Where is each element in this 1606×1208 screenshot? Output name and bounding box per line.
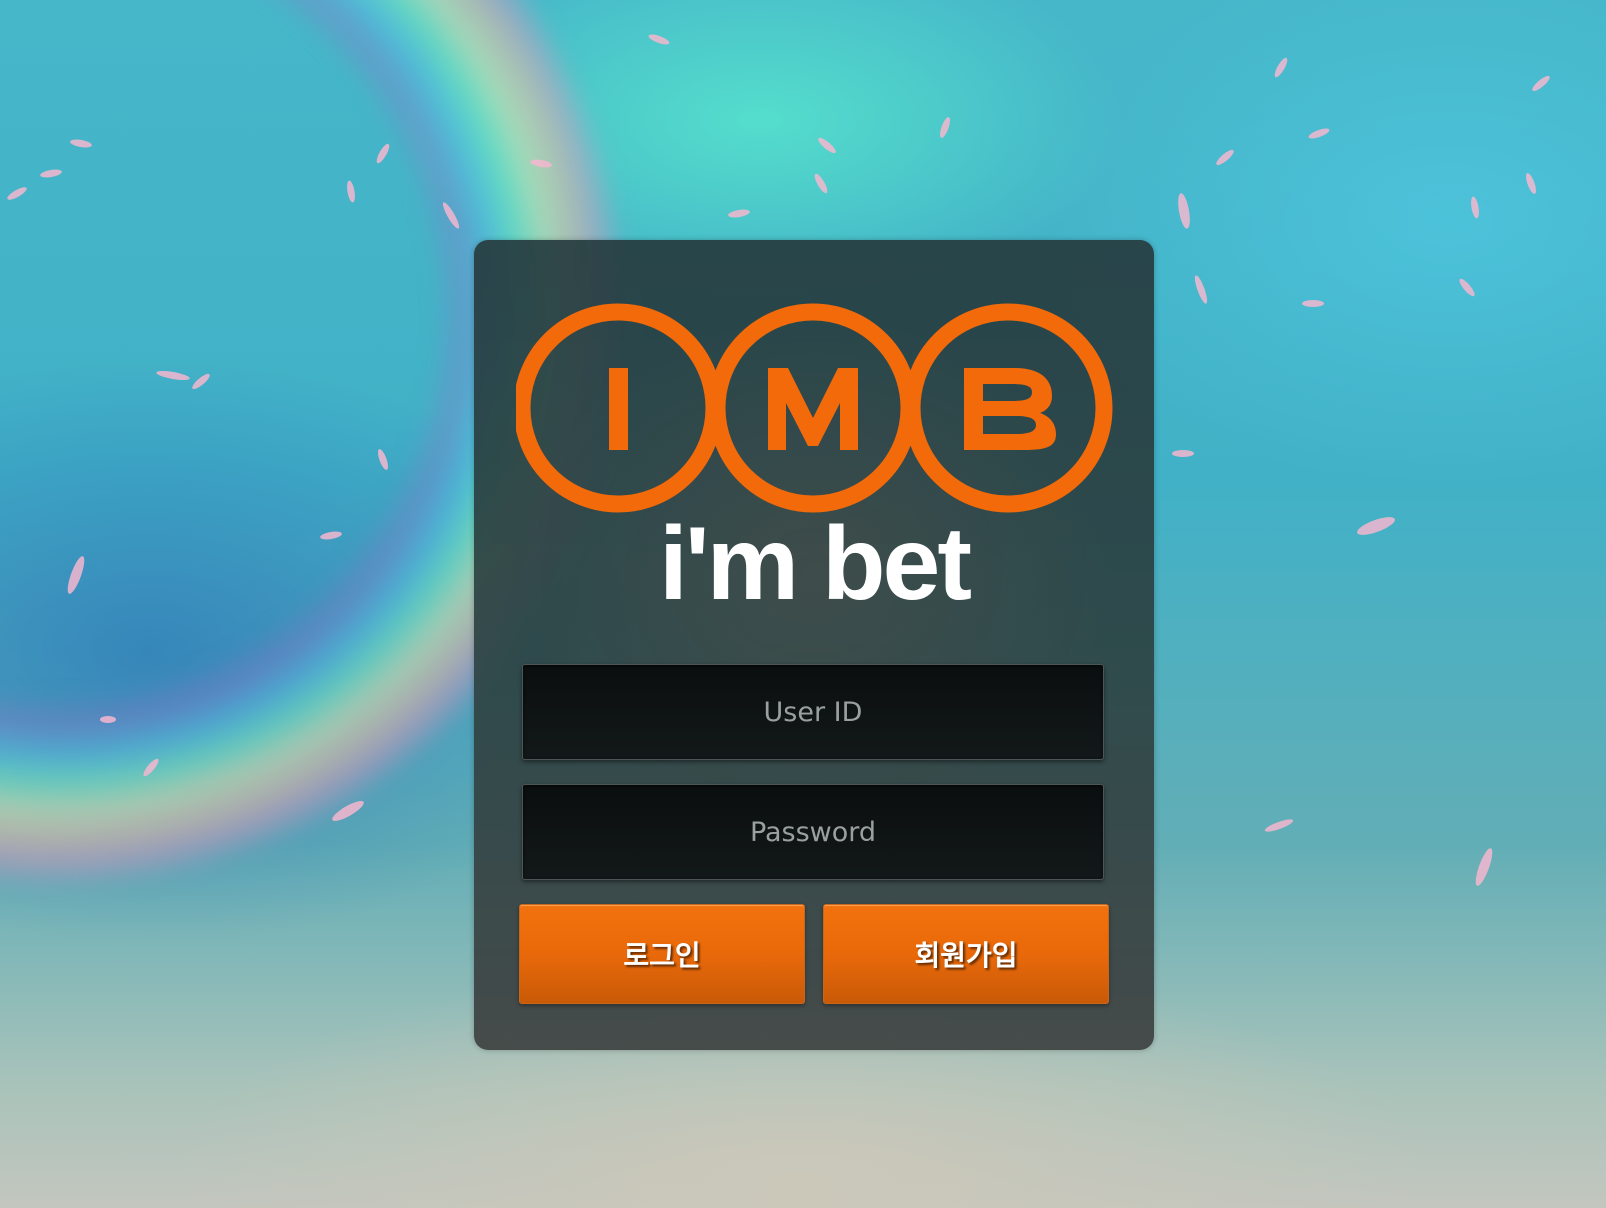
petal <box>1457 276 1477 299</box>
petal <box>1214 147 1236 168</box>
login-card: i'm bet 로그인 회원가입 <box>474 240 1154 1050</box>
signup-button[interactable]: 회원가입 <box>823 904 1109 1004</box>
petal <box>816 135 838 156</box>
brand-wordmark: i'm bet <box>659 506 972 622</box>
petal <box>100 716 116 723</box>
petal <box>1530 73 1552 94</box>
login-button[interactable]: 로그인 <box>519 904 805 1004</box>
user-id-input[interactable] <box>522 664 1104 760</box>
petal <box>937 115 953 140</box>
petal <box>1172 450 1194 457</box>
petal <box>1175 192 1193 230</box>
petal <box>1263 817 1295 834</box>
logo-letter-m <box>768 368 858 450</box>
petal <box>1192 274 1210 305</box>
petal <box>1469 196 1481 219</box>
petal <box>727 208 751 219</box>
imb-logo <box>516 303 1113 513</box>
password-input[interactable] <box>522 784 1104 880</box>
petal <box>1272 56 1290 79</box>
logo-circle-m <box>708 303 918 513</box>
petal <box>812 172 830 195</box>
petal <box>1355 513 1397 539</box>
petal <box>1302 300 1324 307</box>
petal <box>1523 171 1539 196</box>
petal <box>647 32 671 47</box>
logo-letter-i <box>609 368 628 450</box>
petal <box>1472 846 1496 888</box>
petal <box>1307 126 1331 141</box>
logo-letter-b <box>964 368 1056 450</box>
